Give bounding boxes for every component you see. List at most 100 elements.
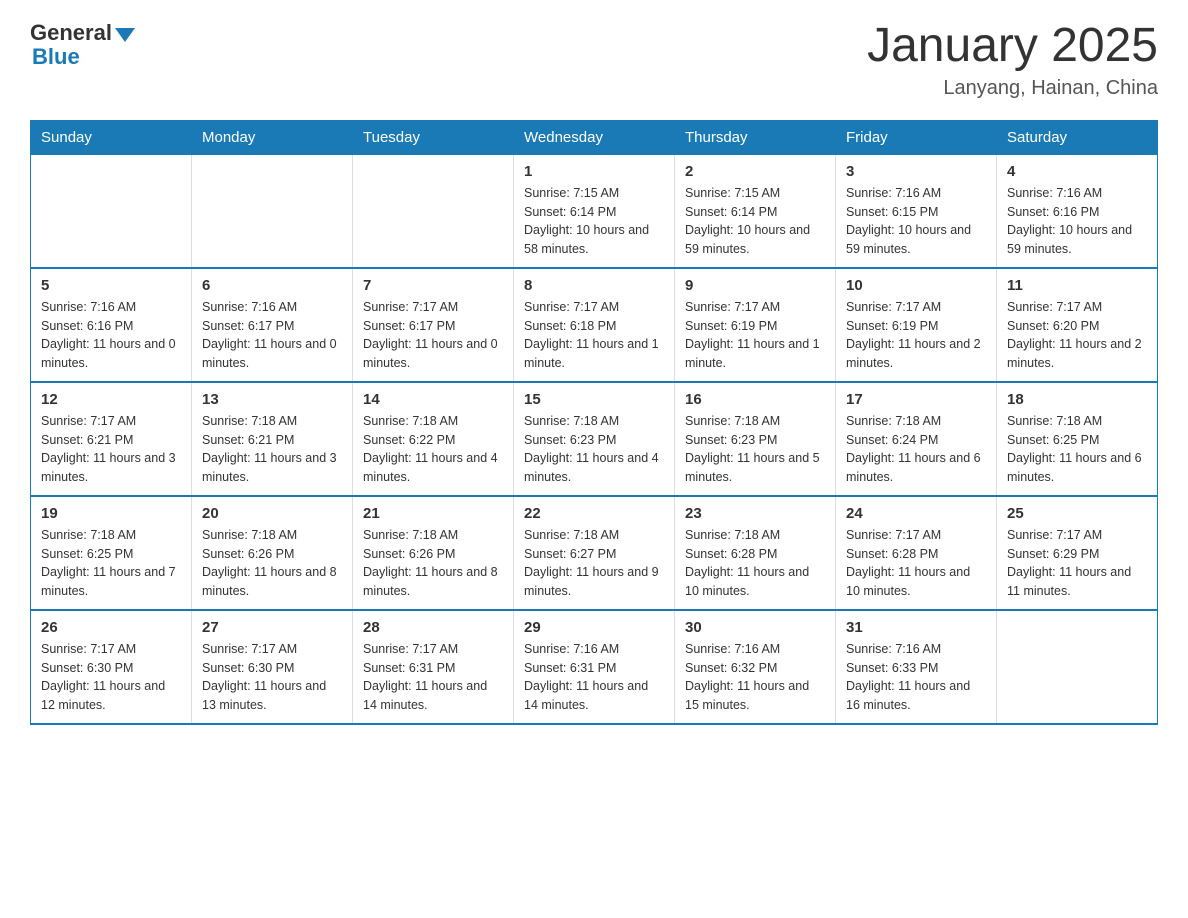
day-info: Sunrise: 7:17 AM Sunset: 6:19 PM Dayligh… [685,298,825,373]
day-number: 30 [685,619,825,636]
header-cell-friday: Friday [836,120,997,154]
day-info: Sunrise: 7:18 AM Sunset: 6:23 PM Dayligh… [524,412,664,487]
day-number: 25 [1007,505,1147,522]
calendar-cell: 6Sunrise: 7:16 AM Sunset: 6:17 PM Daylig… [192,268,353,382]
logo: General Blue [30,20,135,70]
day-info: Sunrise: 7:18 AM Sunset: 6:21 PM Dayligh… [202,412,342,487]
day-info: Sunrise: 7:18 AM Sunset: 6:23 PM Dayligh… [685,412,825,487]
calendar-week-row: 12Sunrise: 7:17 AM Sunset: 6:21 PM Dayli… [31,382,1158,496]
day-number: 22 [524,505,664,522]
calendar-cell: 10Sunrise: 7:17 AM Sunset: 6:19 PM Dayli… [836,268,997,382]
day-number: 14 [363,391,503,408]
day-number: 2 [685,163,825,180]
day-info: Sunrise: 7:17 AM Sunset: 6:30 PM Dayligh… [41,640,181,715]
calendar-header-row: SundayMondayTuesdayWednesdayThursdayFrid… [31,120,1158,154]
day-number: 24 [846,505,986,522]
calendar-cell: 7 Sunrise: 7:17 AM Sunset: 6:17 PM Daylig… [353,268,514,382]
day-info: Sunrise: 7:18 AM Sunset: 6:28 PM Dayligh… [685,526,825,601]
calendar-cell: 8 Sunrise: 7:17 AM Sunset: 6:18 PM Daylig… [514,268,675,382]
calendar-subtitle: Lanyang, Hainan, China [867,77,1158,100]
calendar-cell [997,610,1158,724]
header-cell-thursday: Thursday [675,120,836,154]
day-number: 7 [363,277,503,294]
day-number: 29 [524,619,664,636]
calendar-cell: 18 Sunrise: 7:18 AM Sunset: 6:25 PM Dayli… [997,382,1158,496]
day-info: Sunrise: 7:18 AM Sunset: 6:25 PM Dayligh… [1007,412,1147,487]
calendar-week-row: 5 Sunrise: 7:16 AM Sunset: 6:16 PM Daylig… [31,268,1158,382]
calendar-cell: 3Sunrise: 7:16 AM Sunset: 6:15 PM Daylig… [836,154,997,268]
title-block: January 2025 Lanyang, Hainan, China [867,20,1158,100]
calendar-cell: 1 Sunrise: 7:15 AM Sunset: 6:14 PM Daylig… [514,154,675,268]
day-number: 13 [202,391,342,408]
day-info: Sunrise: 7:17 AM Sunset: 6:30 PM Dayligh… [202,640,342,715]
header-cell-monday: Monday [192,120,353,154]
day-info: Sunrise: 7:18 AM Sunset: 6:22 PM Dayligh… [363,412,503,487]
calendar-cell [353,154,514,268]
day-number: 5 [41,277,181,294]
calendar-cell: 25 Sunrise: 7:17 AM Sunset: 6:29 PM Dayli… [997,496,1158,610]
day-number: 20 [202,505,342,522]
day-number: 6 [202,277,342,294]
day-info: Sunrise: 7:16 AM Sunset: 6:16 PM Dayligh… [41,298,181,373]
calendar-cell: 13 Sunrise: 7:18 AM Sunset: 6:21 PM Dayli… [192,382,353,496]
calendar-cell: 15Sunrise: 7:18 AM Sunset: 6:23 PM Dayli… [514,382,675,496]
day-info: Sunrise: 7:17 AM Sunset: 6:31 PM Dayligh… [363,640,503,715]
day-number: 16 [685,391,825,408]
day-number: 21 [363,505,503,522]
calendar-cell: 28Sunrise: 7:17 AM Sunset: 6:31 PM Dayli… [353,610,514,724]
day-info: Sunrise: 7:17 AM Sunset: 6:18 PM Dayligh… [524,298,664,373]
calendar-cell: 5 Sunrise: 7:16 AM Sunset: 6:16 PM Daylig… [31,268,192,382]
day-info: Sunrise: 7:18 AM Sunset: 6:26 PM Dayligh… [363,526,503,601]
calendar-cell: 29 Sunrise: 7:16 AM Sunset: 6:31 PM Dayli… [514,610,675,724]
calendar-cell: 14 Sunrise: 7:18 AM Sunset: 6:22 PM Dayli… [353,382,514,496]
day-info: Sunrise: 7:16 AM Sunset: 6:32 PM Dayligh… [685,640,825,715]
header-cell-tuesday: Tuesday [353,120,514,154]
calendar-cell [192,154,353,268]
calendar-week-row: 26 Sunrise: 7:17 AM Sunset: 6:30 PM Dayli… [31,610,1158,724]
day-info: Sunrise: 7:18 AM Sunset: 6:24 PM Dayligh… [846,412,986,487]
day-number: 11 [1007,277,1147,294]
calendar-cell: 20 Sunrise: 7:18 AM Sunset: 6:26 PM Dayli… [192,496,353,610]
day-number: 12 [41,391,181,408]
day-number: 9 [685,277,825,294]
calendar-cell: 11 Sunrise: 7:17 AM Sunset: 6:20 PM Dayli… [997,268,1158,382]
day-number: 1 [524,163,664,180]
calendar-cell: 26 Sunrise: 7:17 AM Sunset: 6:30 PM Dayli… [31,610,192,724]
day-number: 26 [41,619,181,636]
day-info: Sunrise: 7:18 AM Sunset: 6:26 PM Dayligh… [202,526,342,601]
calendar-cell: 24 Sunrise: 7:17 AM Sunset: 6:28 PM Dayli… [836,496,997,610]
day-info: Sunrise: 7:16 AM Sunset: 6:16 PM Dayligh… [1007,184,1147,259]
calendar-cell: 12Sunrise: 7:17 AM Sunset: 6:21 PM Dayli… [31,382,192,496]
day-number: 27 [202,619,342,636]
calendar-cell: 4 Sunrise: 7:16 AM Sunset: 6:16 PM Daylig… [997,154,1158,268]
calendar-week-row: 19Sunrise: 7:18 AM Sunset: 6:25 PM Dayli… [31,496,1158,610]
day-info: Sunrise: 7:18 AM Sunset: 6:27 PM Dayligh… [524,526,664,601]
day-number: 4 [1007,163,1147,180]
calendar-cell: 30 Sunrise: 7:16 AM Sunset: 6:32 PM Dayli… [675,610,836,724]
logo-general-text: General [30,20,112,46]
header-cell-saturday: Saturday [997,120,1158,154]
calendar-cell: 31Sunrise: 7:16 AM Sunset: 6:33 PM Dayli… [836,610,997,724]
day-info: Sunrise: 7:17 AM Sunset: 6:28 PM Dayligh… [846,526,986,601]
calendar-cell: 2Sunrise: 7:15 AM Sunset: 6:14 PM Daylig… [675,154,836,268]
day-info: Sunrise: 7:17 AM Sunset: 6:29 PM Dayligh… [1007,526,1147,601]
calendar-cell: 27 Sunrise: 7:17 AM Sunset: 6:30 PM Dayli… [192,610,353,724]
day-number: 8 [524,277,664,294]
day-info: Sunrise: 7:16 AM Sunset: 6:31 PM Dayligh… [524,640,664,715]
calendar-cell: 21 Sunrise: 7:18 AM Sunset: 6:26 PM Dayli… [353,496,514,610]
day-info: Sunrise: 7:17 AM Sunset: 6:20 PM Dayligh… [1007,298,1147,373]
day-info: Sunrise: 7:17 AM Sunset: 6:17 PM Dayligh… [363,298,503,373]
day-number: 18 [1007,391,1147,408]
logo-blue-text: Blue [32,44,80,70]
header-cell-sunday: Sunday [31,120,192,154]
calendar-week-row: 1 Sunrise: 7:15 AM Sunset: 6:14 PM Daylig… [31,154,1158,268]
header-cell-wednesday: Wednesday [514,120,675,154]
page-header: General Blue January 2025 Lanyang, Haina… [30,20,1158,100]
calendar-cell: 19Sunrise: 7:18 AM Sunset: 6:25 PM Dayli… [31,496,192,610]
day-number: 3 [846,163,986,180]
day-number: 23 [685,505,825,522]
calendar-table: SundayMondayTuesdayWednesdayThursdayFrid… [30,120,1158,725]
day-info: Sunrise: 7:15 AM Sunset: 6:14 PM Dayligh… [524,184,664,259]
day-number: 31 [846,619,986,636]
day-number: 19 [41,505,181,522]
